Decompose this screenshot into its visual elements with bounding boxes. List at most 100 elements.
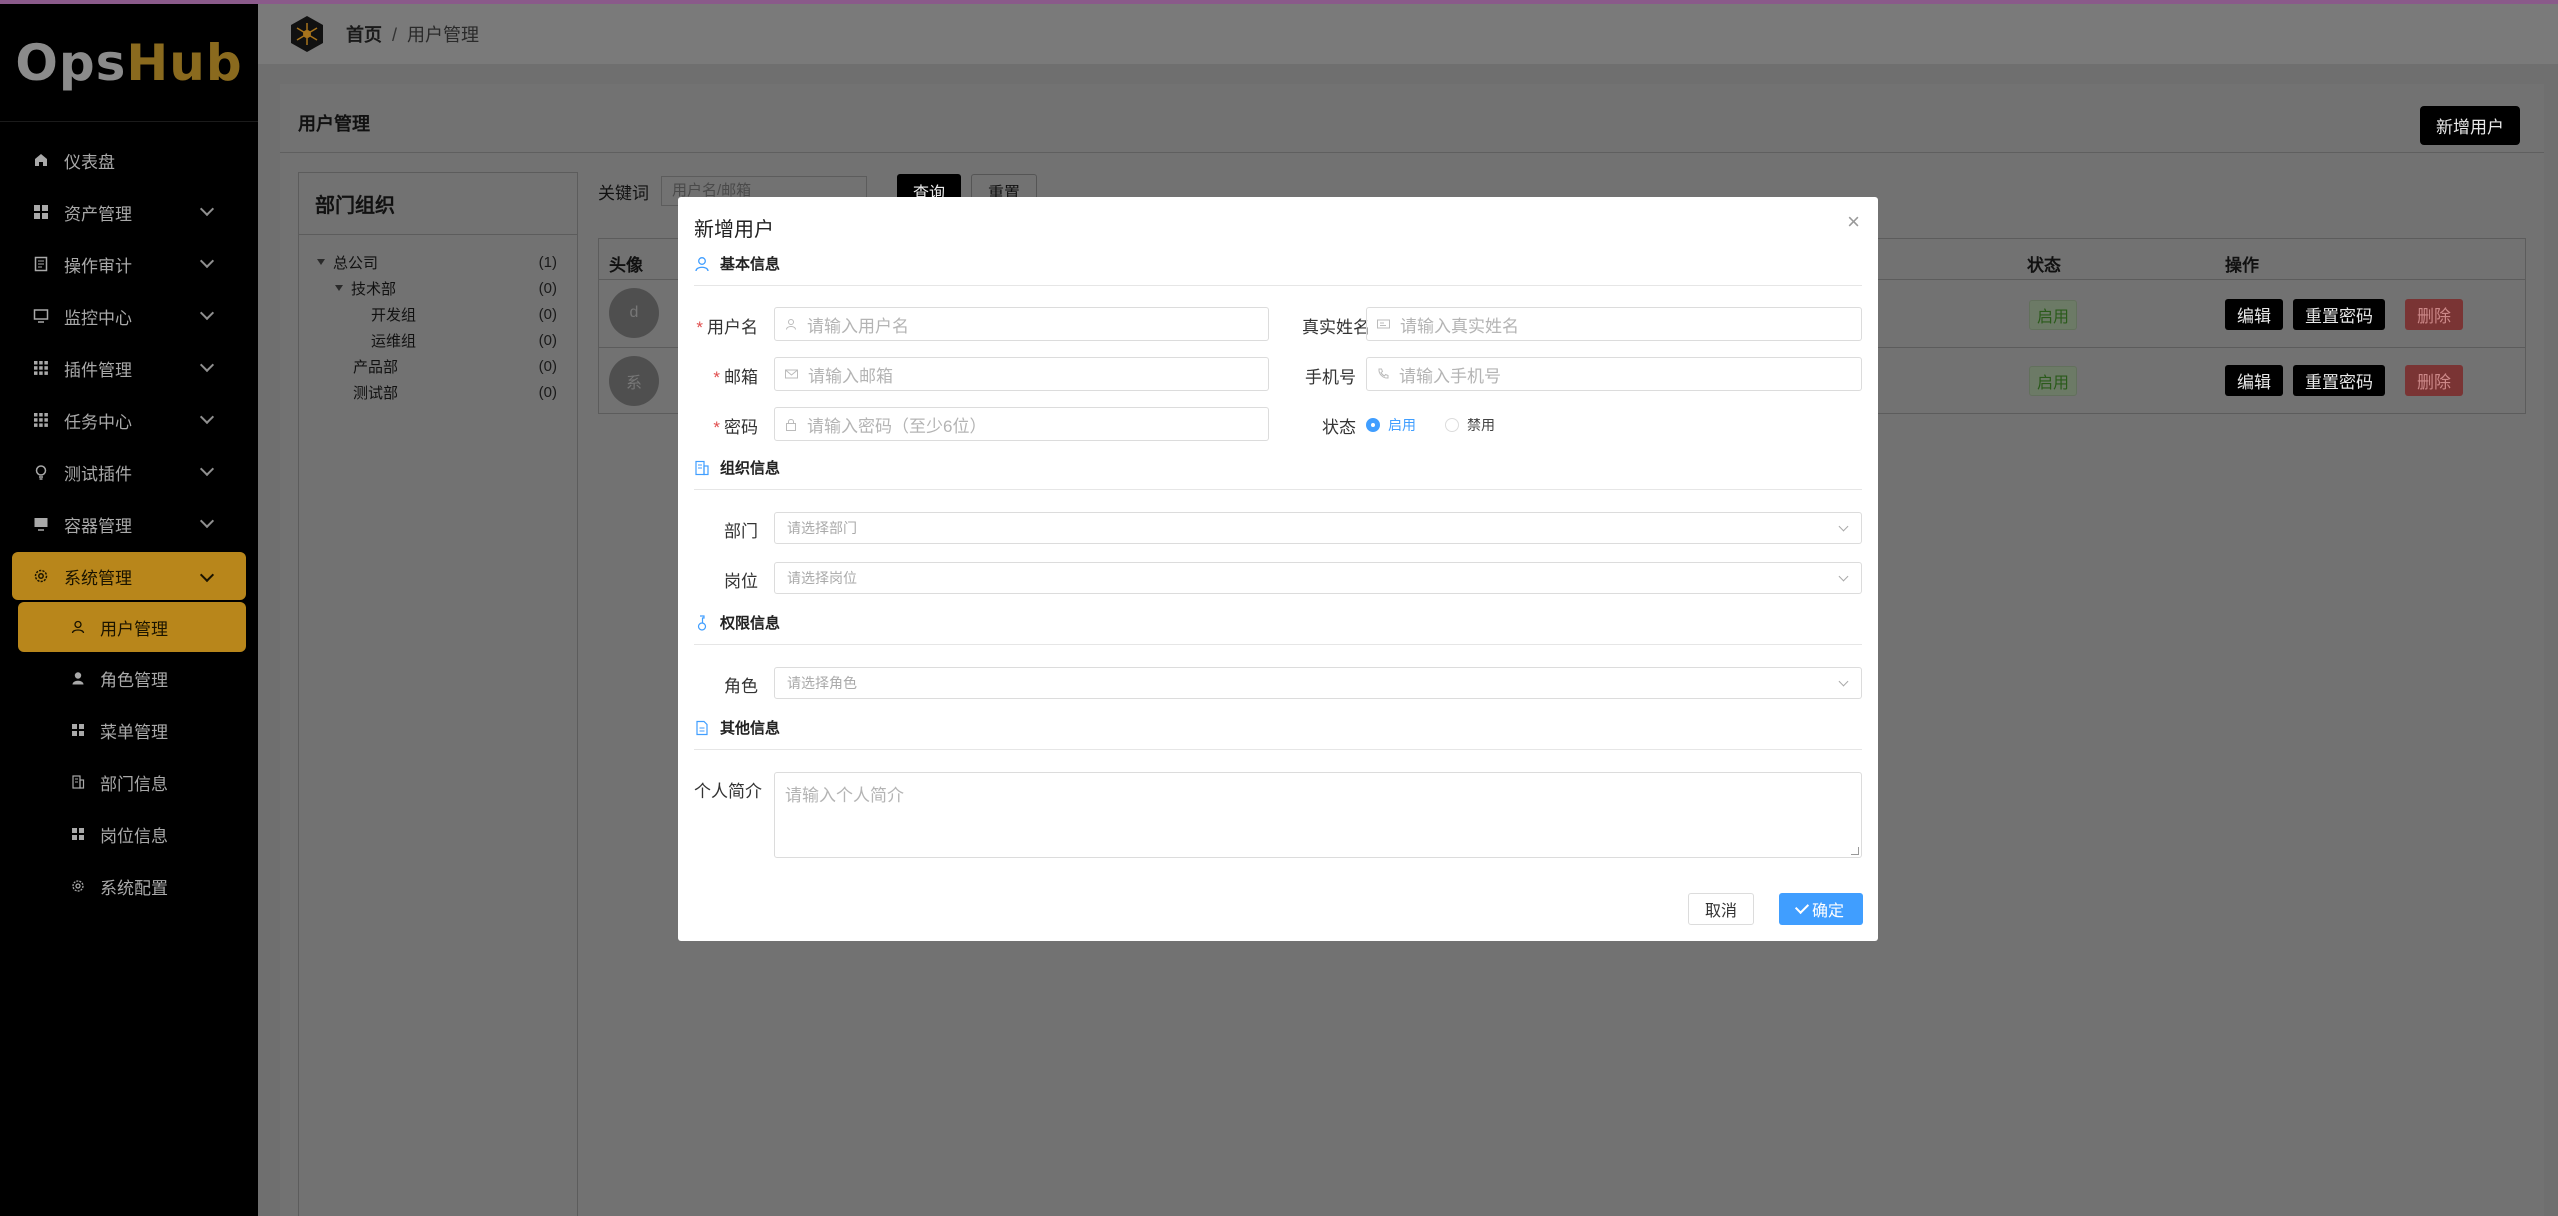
tree-node-count: (0)	[538, 305, 557, 323]
app-logo[interactable]: Ops Hub	[0, 4, 258, 122]
divider	[280, 152, 2544, 153]
password-label: * 密码	[694, 413, 758, 438]
tree-node[interactable]: 测试部 (0)	[299, 379, 577, 405]
tree-node-count: (1)	[538, 253, 557, 271]
avatar: d	[609, 288, 659, 338]
placeholder-text: 请选择岗位	[787, 570, 857, 586]
reset-password-button[interactable]: 重置密码	[2293, 365, 2385, 396]
username-label: * 用户名	[694, 313, 758, 338]
placeholder-text: 请输入个人简介	[785, 786, 904, 805]
sidebar-item-plugins[interactable]: 插件管理	[12, 342, 246, 394]
delete-button[interactable]: 删除	[2405, 299, 2463, 330]
sidebar-subitem-menus[interactable]: 菜单管理	[18, 704, 246, 756]
section-other-info: 其他信息	[694, 717, 780, 738]
close-icon[interactable]: ×	[1847, 209, 1860, 235]
sidebar-item-monitor[interactable]: 监控中心	[12, 290, 246, 342]
sidebar-subitem-departments[interactable]: 部门信息	[18, 756, 246, 808]
add-user-button[interactable]: 新增用户	[2420, 106, 2520, 145]
cancel-button[interactable]: 取消	[1688, 893, 1754, 925]
sidebar-item-tasks[interactable]: 任务中心	[12, 394, 246, 446]
user-icon	[70, 619, 86, 635]
radio-label: 启用	[1388, 417, 1416, 433]
sidebar-item-test-plugin[interactable]: 测试插件	[12, 446, 246, 498]
page-title: 用户管理	[298, 114, 370, 134]
edit-button[interactable]: 编辑	[2225, 299, 2283, 330]
column-header-avatar: 头像	[609, 256, 643, 275]
tree-node-count: (0)	[538, 279, 557, 297]
grid-icon	[70, 722, 86, 738]
placeholder-text: 请选择部门	[787, 520, 857, 536]
role-select[interactable]: 请选择角色	[774, 667, 1862, 699]
tree-node[interactable]: 总公司 (1)	[299, 249, 577, 275]
department-tree-title: 部门组织	[299, 173, 577, 235]
sidebar-item-dashboard[interactable]: 仪表盘	[12, 134, 246, 186]
building-icon	[70, 774, 86, 790]
tree-node-label: 产品部	[353, 358, 399, 376]
button-label: 取消	[1704, 903, 1737, 920]
section-title: 权限信息	[720, 615, 781, 632]
sidebar-subitem-label: 角色管理	[100, 670, 168, 690]
sidebar-menu: 仪表盘 资产管理 操作审计 监控中心 插件管理 任务中心 测试插件 容器管理 系…	[0, 122, 258, 912]
label-text: 邮箱	[724, 368, 758, 387]
email-input[interactable]: 请输入邮箱	[774, 357, 1269, 391]
sidebar-item-assets[interactable]: 资产管理	[12, 186, 246, 238]
tree-node-count: (0)	[538, 383, 557, 401]
building-icon	[695, 460, 709, 475]
avatar: 系	[609, 356, 659, 406]
sidebar-subitem-users[interactable]: 用户管理	[18, 602, 246, 652]
sidebar-subitem-config[interactable]: 系统配置	[18, 860, 246, 912]
user-icon	[695, 256, 709, 271]
check-icon	[1794, 899, 1810, 915]
sidebar-subitem-posts[interactable]: 岗位信息	[18, 808, 246, 860]
app-logo-icon[interactable]	[288, 15, 326, 53]
confirm-button[interactable]: 确定	[1779, 893, 1863, 925]
status-badge: 启用	[2029, 366, 2078, 396]
sidebar-item-label: 系统管理	[64, 568, 132, 588]
placeholder-text: 请输入密码（至少6位）	[807, 416, 987, 436]
intro-label: 个人简介	[694, 782, 762, 801]
sidebar-item-label: 测试插件	[64, 464, 132, 484]
intro-textarea[interactable]: 请输入个人简介	[774, 772, 1862, 858]
key-icon	[697, 614, 707, 631]
resize-handle[interactable]	[1851, 847, 1859, 855]
placeholder-text: 请选择角色	[787, 675, 857, 691]
password-input[interactable]: 请输入密码（至少6位）	[774, 407, 1269, 441]
phone-icon	[1378, 368, 1389, 379]
required-mark: *	[713, 418, 720, 437]
sidebar-subitem-label: 系统配置	[100, 878, 168, 898]
phone-input[interactable]: 请输入手机号	[1366, 357, 1862, 391]
sidebar-item-label: 仪表盘	[64, 152, 115, 172]
tree-node-label: 测试部	[353, 384, 399, 402]
username-input[interactable]: 请输入用户名	[774, 307, 1269, 341]
button-label: 确定	[1811, 903, 1844, 920]
role-label: 角色	[724, 677, 758, 696]
sidebar-subitem-label: 用户管理	[100, 619, 168, 639]
section-divider	[694, 644, 1862, 645]
apps-icon	[32, 411, 50, 429]
sidebar-item-system[interactable]: 系统管理	[12, 552, 246, 600]
chevron-down-icon	[1838, 676, 1849, 687]
sidebar-item-containers[interactable]: 容器管理	[12, 498, 246, 550]
status-enabled-radio[interactable]: 启用	[1366, 415, 1416, 435]
breadcrumb-home[interactable]: 首页	[346, 25, 382, 45]
sidebar-item-label: 资产管理	[64, 204, 132, 224]
post-select[interactable]: 请选择岗位	[774, 562, 1862, 594]
sidebar-item-audit[interactable]: 操作审计	[12, 238, 246, 290]
id-card-icon	[1377, 319, 1390, 329]
placeholder-text: 请输入用户名	[807, 316, 909, 336]
department-select[interactable]: 请选择部门	[774, 512, 1862, 544]
grid-icon	[32, 203, 50, 221]
realname-input[interactable]: 请输入真实姓名	[1366, 307, 1862, 341]
section-divider	[694, 489, 1862, 490]
sidebar-subitem-roles[interactable]: 角色管理	[18, 652, 246, 704]
status-disabled-radio[interactable]: 禁用	[1445, 415, 1495, 435]
delete-button[interactable]: 删除	[2405, 365, 2463, 396]
reset-password-button[interactable]: 重置密码	[2293, 299, 2385, 330]
monitor-icon	[32, 515, 50, 533]
tree-node[interactable]: 开发组 (0)	[299, 301, 577, 327]
tree-node[interactable]: 运维组 (0)	[299, 327, 577, 353]
tree-node-label: 运维组	[371, 332, 417, 350]
edit-button[interactable]: 编辑	[2225, 365, 2283, 396]
tree-node[interactable]: 产品部 (0)	[299, 353, 577, 379]
tree-node[interactable]: 技术部 (0)	[299, 275, 577, 301]
